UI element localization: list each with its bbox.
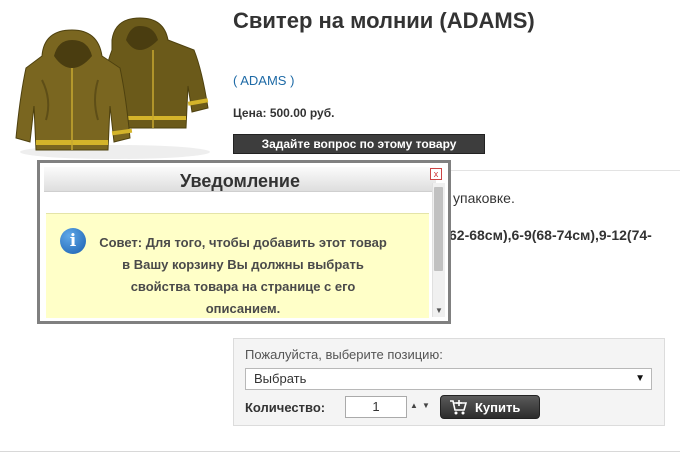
product-price: Цена: 500.00 руб. — [233, 106, 335, 120]
manufacturer-link: ( ADAMS ) — [233, 73, 294, 88]
variant-select-value: Выбрать — [254, 371, 307, 386]
scroll-thumb[interactable] — [434, 187, 443, 271]
buy-button-label: Купить — [475, 399, 521, 415]
modal-scrollbar[interactable]: ▼ — [432, 183, 445, 317]
scroll-down-icon[interactable]: ▼ — [433, 306, 445, 315]
quantity-input[interactable]: 1 — [345, 396, 407, 418]
manufacturer-link-text[interactable]: ( ADAMS ) — [233, 73, 294, 88]
chevron-down-icon: ▼ — [635, 373, 645, 384]
description-text: упаковке. — [453, 190, 515, 206]
variant-select[interactable]: Выбрать ▼ — [245, 368, 652, 390]
ask-question-button[interactable]: Задайте вопрос по этому товару — [233, 134, 485, 154]
notice-box: i Совет: Для того, чтобы добавить этот т… — [46, 213, 429, 318]
size-list-text: 62-68см),6-9(68-74см),9-12(74- — [449, 227, 652, 243]
cart-icon — [449, 399, 467, 415]
quantity-decrease-icon[interactable]: ▼ — [422, 401, 430, 410]
product-title: Свитер на молнии (ADAMS) — [233, 8, 535, 33]
buy-button[interactable]: Купить — [440, 395, 540, 419]
bottom-divider — [0, 451, 680, 452]
close-icon[interactable]: x — [430, 168, 442, 180]
quantity-increase-icon[interactable]: ▲ — [410, 401, 418, 410]
product-image[interactable] — [12, 10, 218, 160]
notice-text: Совет: Для того, чтобы добавить этот тов… — [99, 235, 387, 316]
info-icon: i — [60, 228, 86, 254]
notification-modal: Уведомление x ▼ i Совет: Для того, чтобы… — [37, 160, 451, 324]
modal-title: Уведомление — [179, 171, 300, 191]
quantity-label: Количество: — [245, 400, 326, 415]
add-to-cart-box: Пожалуйста, выберите позицию: Выбрать ▼ … — [233, 338, 665, 426]
select-label: Пожалуйста, выберите позицию: — [245, 347, 443, 362]
modal-titlebar[interactable]: Уведомление x — [44, 167, 442, 192]
description-divider — [440, 170, 680, 171]
